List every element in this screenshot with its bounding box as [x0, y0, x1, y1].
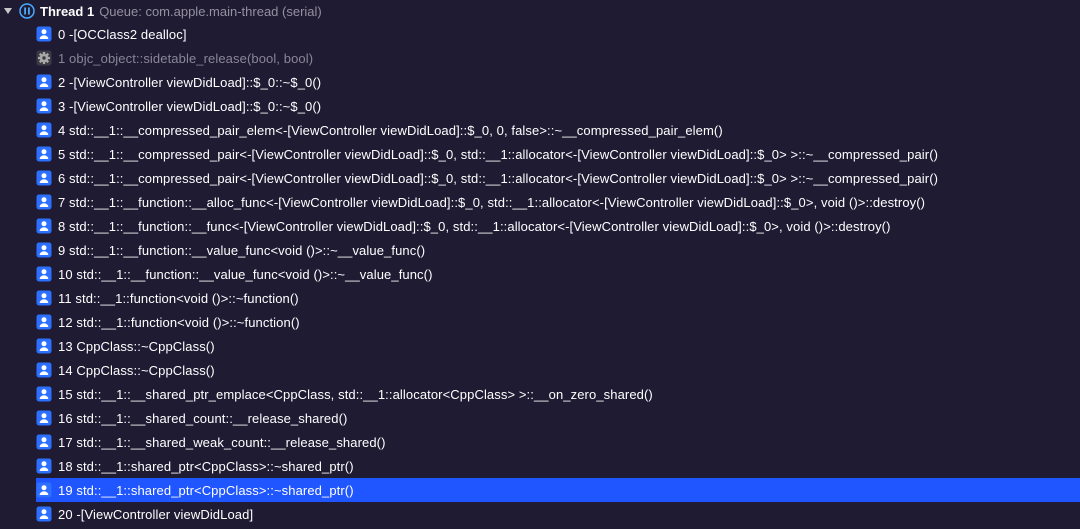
user-code-icon: [36, 506, 52, 522]
user-code-icon: [36, 194, 52, 210]
stack-frame-label: 0 -[OCClass2 dealloc]: [58, 27, 187, 42]
user-code-icon: [36, 266, 52, 282]
stack-frame-label: 20 -[ViewController viewDidLoad]: [58, 507, 253, 522]
user-code-icon: [36, 26, 52, 42]
stack-frame-label: 18 std::__1::shared_ptr<CppClass>::~shar…: [58, 459, 354, 474]
user-code-icon: [36, 74, 52, 90]
stack-frame-row[interactable]: 14 CppClass::~CppClass(): [36, 358, 1080, 382]
thread-queue-label: Queue: com.apple.main-thread (serial): [99, 4, 322, 19]
stack-frame-label: 7 std::__1::__function::__alloc_func<-[V…: [58, 195, 925, 210]
user-code-icon: [36, 362, 52, 378]
stack-frame-row[interactable]: 16 std::__1::__shared_count::__release_s…: [36, 406, 1080, 430]
user-code-icon: [36, 98, 52, 114]
stack-frame-row[interactable]: 10 std::__1::__function::__value_func<vo…: [36, 262, 1080, 286]
stack-frame-label: 3 -[ViewController viewDidLoad]::$_0::~$…: [58, 99, 321, 114]
stack-frame-row[interactable]: 12 std::__1::function<void ()>::~functio…: [36, 310, 1080, 334]
user-code-icon: [36, 338, 52, 354]
system-code-icon: [36, 50, 52, 66]
stack-frame-label: 8 std::__1::__function::__func<-[ViewCon…: [58, 219, 891, 234]
user-code-icon: [36, 170, 52, 186]
stack-frame-label: 9 std::__1::__function::__value_func<voi…: [58, 243, 425, 258]
user-code-icon: [36, 146, 52, 162]
stack-frame-label: 1 objc_object::sidetable_release(bool, b…: [58, 51, 313, 66]
disclosure-triangle-icon[interactable]: [2, 4, 14, 19]
stack-frame-label: 19 std::__1::shared_ptr<CppClass>::~shar…: [58, 483, 354, 498]
stack-frame-label: 17 std::__1::__shared_weak_count::__rele…: [58, 435, 386, 450]
stack-frame-row[interactable]: 3 -[ViewController viewDidLoad]::$_0::~$…: [36, 94, 1080, 118]
stack-frame-row[interactable]: 5 std::__1::__compressed_pair<-[ViewCont…: [36, 142, 1080, 166]
stack-frame-row[interactable]: 2 -[ViewController viewDidLoad]::$_0::~$…: [36, 70, 1080, 94]
stack-frame-label: 12 std::__1::function<void ()>::~functio…: [58, 315, 300, 330]
thread-row[interactable]: Thread 1 Queue: com.apple.main-thread (s…: [0, 0, 1080, 22]
stack-frame-label: 2 -[ViewController viewDidLoad]::$_0::~$…: [58, 75, 321, 90]
stack-frame-label: 16 std::__1::__shared_count::__release_s…: [58, 411, 347, 426]
stack-frame-label: 4 std::__1::__compressed_pair_elem<-[Vie…: [58, 123, 723, 138]
user-code-icon: [36, 434, 52, 450]
user-code-icon: [36, 458, 52, 474]
user-code-icon: [36, 482, 52, 498]
user-code-icon: [36, 242, 52, 258]
stack-frame-row[interactable]: 15 std::__1::__shared_ptr_emplace<CppCla…: [36, 382, 1080, 406]
stack-frames-list: 0 -[OCClass2 dealloc]1 objc_object::side…: [0, 22, 1080, 526]
user-code-icon: [36, 290, 52, 306]
stack-frame-label: 14 CppClass::~CppClass(): [58, 363, 215, 378]
user-code-icon: [36, 386, 52, 402]
user-code-icon: [36, 218, 52, 234]
stack-frame-row[interactable]: 9 std::__1::__function::__value_func<voi…: [36, 238, 1080, 262]
stack-frame-row[interactable]: 6 std::__1::__compressed_pair<-[ViewCont…: [36, 166, 1080, 190]
stack-frame-row[interactable]: 4 std::__1::__compressed_pair_elem<-[Vie…: [36, 118, 1080, 142]
stack-frame-row[interactable]: 18 std::__1::shared_ptr<CppClass>::~shar…: [36, 454, 1080, 478]
thread-pause-icon: [19, 3, 35, 19]
stack-frame-label: 10 std::__1::__function::__value_func<vo…: [58, 267, 433, 282]
stack-frame-row[interactable]: 13 CppClass::~CppClass(): [36, 334, 1080, 358]
user-code-icon: [36, 314, 52, 330]
debug-navigator-pane: Thread 1 Queue: com.apple.main-thread (s…: [0, 0, 1080, 529]
stack-frame-row[interactable]: 17 std::__1::__shared_weak_count::__rele…: [36, 430, 1080, 454]
stack-frame-row[interactable]: 1 objc_object::sidetable_release(bool, b…: [36, 46, 1080, 70]
stack-frame-label: 11 std::__1::function<void ()>::~functio…: [58, 291, 299, 306]
stack-frame-row[interactable]: 0 -[OCClass2 dealloc]: [36, 22, 1080, 46]
user-code-icon: [36, 122, 52, 138]
stack-frame-row[interactable]: 7 std::__1::__function::__alloc_func<-[V…: [36, 190, 1080, 214]
user-code-icon: [36, 410, 52, 426]
stack-frame-label: 13 CppClass::~CppClass(): [58, 339, 215, 354]
thread-title: Thread 1: [40, 4, 94, 19]
stack-frame-row[interactable]: 20 -[ViewController viewDidLoad]: [36, 502, 1080, 526]
stack-frame-label: 15 std::__1::__shared_ptr_emplace<CppCla…: [58, 387, 653, 402]
stack-frame-row[interactable]: 8 std::__1::__function::__func<-[ViewCon…: [36, 214, 1080, 238]
stack-frame-row[interactable]: 19 std::__1::shared_ptr<CppClass>::~shar…: [36, 478, 1080, 502]
stack-frame-label: 5 std::__1::__compressed_pair<-[ViewCont…: [58, 147, 938, 162]
stack-frame-row[interactable]: 11 std::__1::function<void ()>::~functio…: [36, 286, 1080, 310]
stack-frame-label: 6 std::__1::__compressed_pair<-[ViewCont…: [58, 171, 938, 186]
